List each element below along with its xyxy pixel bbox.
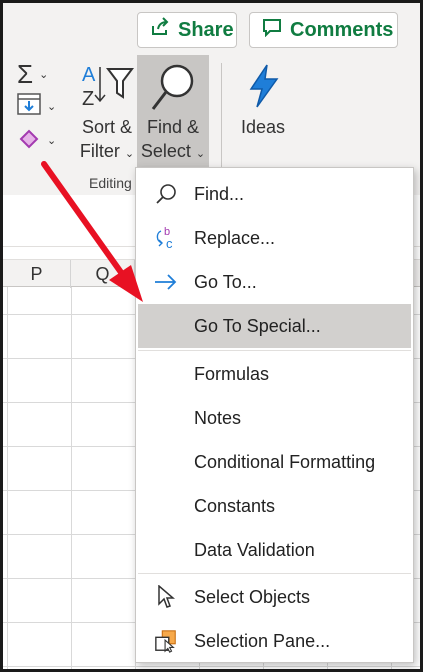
menu-item-label: Formulas xyxy=(194,363,270,384)
menu-item-formulas[interactable]: Formulas xyxy=(138,352,411,396)
cursor-icon xyxy=(154,585,178,609)
selection-pane-icon xyxy=(154,629,178,653)
ideas-button[interactable]: Ideas xyxy=(233,59,293,159)
menu-item-label: Data Validation xyxy=(194,539,315,560)
menu-item-label: Find... xyxy=(194,183,245,204)
find-select-menu: Find... bc Replace... Go To... Go To Spe… xyxy=(135,167,414,663)
menu-item-label: Selection Pane... xyxy=(194,630,331,651)
editing-group-label: Editing xyxy=(89,175,132,191)
menu-item-label: Constants xyxy=(194,495,276,516)
menu-item-label: Notes xyxy=(194,407,242,428)
menu-item-find[interactable]: Find... xyxy=(138,172,411,216)
share-label: Share xyxy=(178,18,234,41)
find-select-label-1: Find & xyxy=(146,117,200,137)
fill-down-icon xyxy=(17,92,41,120)
chevron-down-icon: ⌄ xyxy=(124,148,135,160)
menu-item-label: Go To Special... xyxy=(194,315,321,336)
sort-filter-button[interactable]: A Z Sort & Filter ⌄ xyxy=(76,59,138,165)
menu-divider xyxy=(138,350,411,351)
ideas-label: Ideas xyxy=(240,117,286,137)
chevron-down-icon: ⌄ xyxy=(47,134,57,147)
chevron-down-icon: ⌄ xyxy=(39,68,49,81)
menu-item-select-objects[interactable]: Select Objects xyxy=(138,575,411,619)
magnifier-icon xyxy=(154,182,178,206)
fill-button[interactable]: ⌄ xyxy=(17,92,67,120)
menu-item-constants[interactable]: Constants xyxy=(138,484,411,528)
sigma-icon: Σ xyxy=(17,59,34,89)
menu-item-go-to[interactable]: Go To... xyxy=(138,260,411,304)
menu-item-go-to-special[interactable]: Go To Special... xyxy=(138,304,411,348)
comment-icon xyxy=(262,17,282,43)
svg-text:Z: Z xyxy=(82,88,94,107)
eraser-icon xyxy=(17,127,41,154)
lightning-icon xyxy=(247,63,281,114)
find-select-label-2-text: Select xyxy=(140,141,191,161)
chevron-down-icon: ⌄ xyxy=(195,148,206,160)
menu-item-replace[interactable]: bc Replace... xyxy=(138,216,411,260)
magnifier-icon xyxy=(149,63,197,118)
svg-text:c: c xyxy=(166,236,173,251)
chevron-down-icon: ⌄ xyxy=(47,100,57,113)
menu-item-label: Replace... xyxy=(194,227,276,248)
menu-item-label: Go To... xyxy=(194,271,257,292)
ribbon-divider xyxy=(221,63,222,181)
autosum-button[interactable]: Σ ⌄ xyxy=(17,61,67,87)
sort-filter-label-2-text: Filter xyxy=(79,141,120,161)
menu-item-label: Conditional Formatting xyxy=(194,451,376,472)
sort-filter-label-1: Sort & xyxy=(81,117,133,137)
menu-item-data-validation[interactable]: Data Validation xyxy=(138,528,411,572)
sort-az-funnel-icon: A Z xyxy=(80,61,134,112)
screenshot-frame: Share Comments Σ ⌄ ⌄ ⌄ A Z Sort & Filter… xyxy=(3,3,420,669)
find-select-label-2: Select ⌄ xyxy=(137,139,209,166)
replace-icon: bc xyxy=(154,226,178,251)
column-header-q[interactable]: Q xyxy=(71,260,135,288)
clear-button[interactable]: ⌄ xyxy=(17,127,67,153)
menu-divider xyxy=(138,573,411,574)
comments-button[interactable]: Comments xyxy=(249,12,398,48)
menu-item-label: Select Objects xyxy=(194,586,311,607)
share-button[interactable]: Share xyxy=(137,12,237,48)
arrow-right-icon xyxy=(154,270,178,294)
comments-label: Comments xyxy=(290,18,394,41)
menu-item-conditional-formatting[interactable]: Conditional Formatting xyxy=(138,440,411,484)
find-select-button[interactable]: Find & Select ⌄ xyxy=(137,55,209,169)
menu-item-selection-pane[interactable]: Selection Pane... xyxy=(138,619,411,663)
share-icon xyxy=(150,17,170,43)
column-header-p[interactable]: P xyxy=(3,260,71,288)
menu-item-notes[interactable]: Notes xyxy=(138,396,411,440)
sort-filter-label-2: Filter ⌄ xyxy=(76,139,138,166)
svg-text:A: A xyxy=(82,64,96,86)
